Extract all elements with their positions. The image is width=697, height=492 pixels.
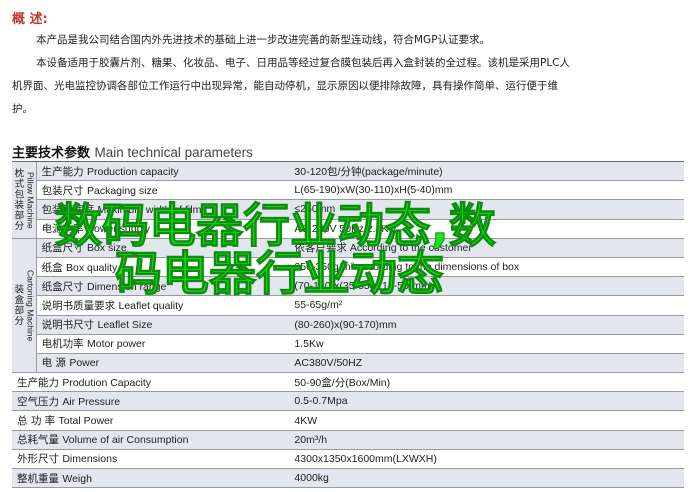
table-row: 外形尺寸 Dimensions 4300x1350x1600mm(LXWXH) (12, 449, 684, 470)
param-label: 电 源 Power (36, 353, 290, 374)
param-label-en: Box quality (65, 261, 118, 274)
overview-line-2: 本设备适用于胶囊片剂、糖果、化妆品、电子、日用品等经过复合膜包装后再入盒封装的全… (36, 57, 571, 69)
param-value: 0.5-0.7Mpa (289, 391, 684, 412)
overview-line-4: 护。 (12, 103, 33, 115)
param-label-en: Prodution Capacity (62, 376, 152, 389)
param-label-en: Power (69, 357, 100, 370)
param-value: 30-120包/分钟(package/minute) (289, 162, 684, 182)
param-label: 电机功率 Motor power (36, 334, 290, 354)
param-label-en: Weigh (62, 472, 92, 485)
group-label-en: Cartoning Machine (25, 269, 36, 342)
table-row: 整机重量 Weigh 4000kg (12, 468, 684, 489)
param-label-cn: 生产能力 (17, 376, 59, 389)
param-label-cn: 电机功率 (41, 338, 84, 351)
param-value: AC380V/50HZ (289, 353, 684, 374)
watermark-line-2: 码电器行业动态 (115, 247, 445, 303)
group-label-pillow: 枕式包装部分 Pillow Machine (12, 162, 37, 239)
table-row: 说明书尺寸 Leaflet Size (80-260)x(90-170)mm (12, 315, 684, 335)
param-value: 1.5Kw (289, 334, 684, 354)
table-row: 空气压力 Air Pressure 0.5-0.7Mpa (12, 391, 684, 412)
param-label-cn: 总 功 率 (17, 415, 56, 428)
param-label-cn: 电 源 (41, 357, 66, 370)
param-value: 4300x1350x1600mm(LXWXH) (289, 449, 684, 470)
param-label-cn: 空气压力 (17, 395, 59, 408)
param-label: 整机重量 Weigh (12, 468, 290, 489)
param-label: 说明书尺寸 Leaflet Size (36, 315, 290, 335)
param-label-cn: 总耗气量 (17, 434, 59, 447)
param-label-en: Volume of air Consumption (62, 434, 189, 447)
param-label-en: Total Power (58, 415, 114, 428)
param-label-cn: 纸盒尺寸 (41, 280, 84, 293)
param-label: 总耗气量 Volume of air Consumption (12, 430, 290, 450)
param-label: 生产能力 Prodution Capacity (12, 372, 290, 393)
param-label-cn: 生产能力 (41, 165, 84, 178)
table-row: 总耗气量 Volume of air Consumption 20m³/h (12, 430, 684, 450)
table-row: 生产能力 Prodution Capacity 50-90盒/分(Box/Min) (12, 372, 684, 393)
param-label-en: Production capacity (86, 165, 179, 178)
group-label-en: Pillow Machine (25, 171, 36, 229)
table-row: 总 功 率 Total Power 4KW (12, 410, 684, 431)
param-label-en: Motor power (86, 338, 146, 351)
param-label: 外形尺寸 Dimensions (12, 449, 290, 470)
group-label-carton: 装盒部分 Cartoning Machine (12, 238, 37, 374)
param-label-cn: 说明书尺寸 (41, 319, 95, 332)
param-value: 4000kg (289, 468, 684, 489)
overview-title: 概 述: (12, 12, 48, 27)
param-value: (80-260)x(90-170)mm (289, 315, 684, 335)
params-title-en: Main technical parameters (94, 145, 253, 160)
param-value: 50-90盒/分(Box/Min) (289, 372, 684, 393)
params-title-cn: 主要技术参数 (12, 146, 91, 161)
param-label-cn: 整机重量 (17, 472, 59, 485)
overview-line-3: 机界面、光电监控协调各部位工作运行中出现异常，能自动停机，显示原因以便排除故障，… (12, 80, 558, 92)
group-label-cn: 枕式包装部分 (12, 168, 24, 232)
overview-line-1: 本产品是我公司结合国内外先进技术的基础上进一步改进完善的新型连动线，符合MGP认… (36, 34, 491, 46)
table-row: 电 源 Power AC380V/50HZ (12, 353, 684, 374)
group-label-cn: 装盒部分 (12, 284, 24, 327)
table-row: 枕式包装部分 Pillow Machine 生产能力 Production capa… (12, 162, 684, 239)
param-label-en: Leaflet Size (97, 319, 153, 332)
param-label-en: Air Pressure (62, 395, 121, 408)
param-label: 生产能力 Production capacity (36, 162, 290, 182)
param-value: 20m³/h (289, 430, 684, 450)
table-row: 电机功率 Motor power 1.5Kw (12, 334, 684, 354)
param-label-cn: 外形尺寸 (17, 453, 59, 466)
param-label-cn: 纸盒 (41, 261, 63, 274)
param-value: 4KW (289, 410, 684, 431)
params-title: 主要技术参数 Main technical parameters (12, 142, 253, 161)
param-label-en: Dimensions (62, 453, 118, 466)
param-label: 总 功 率 Total Power (12, 410, 290, 431)
param-label-cn: 说明书质量要求 (41, 299, 116, 312)
param-label: 空气压力 Air Pressure (12, 391, 290, 412)
